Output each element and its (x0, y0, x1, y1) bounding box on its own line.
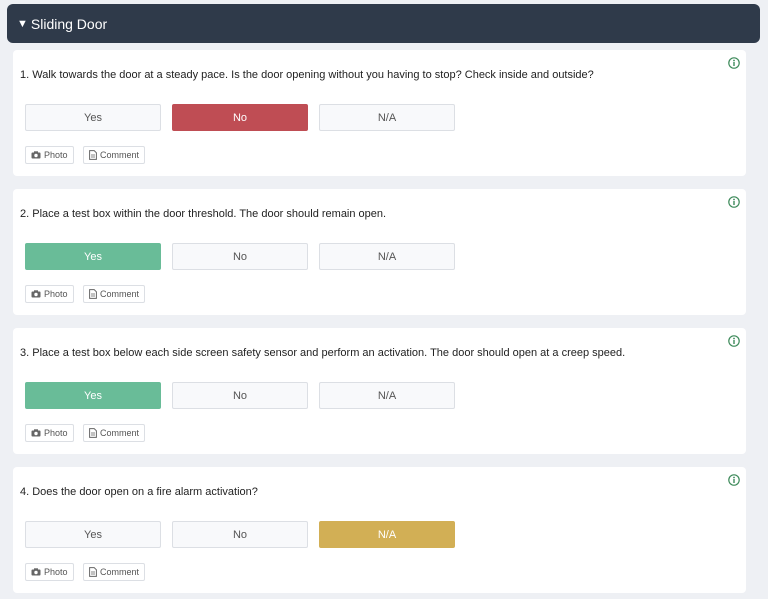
comment-label: Comment (100, 150, 140, 160)
answer-na-button[interactable]: N/A (319, 382, 455, 409)
comment-label: Comment (100, 567, 140, 577)
answer-yes-button[interactable]: Yes (25, 104, 161, 131)
answer-na-button[interactable]: N/A (319, 521, 455, 548)
answer-na-button[interactable]: N/A (319, 104, 455, 131)
question-card: 1. Walk towards the door at a steady pac… (13, 50, 746, 176)
answer-yes-button[interactable]: Yes (25, 243, 161, 270)
camera-icon (31, 568, 41, 576)
document-icon (89, 289, 97, 299)
answer-no-button[interactable]: No (172, 104, 308, 131)
question-text: 4. Does the door open on a fire alarm ac… (20, 486, 258, 498)
photo-label: Photo (44, 567, 68, 577)
comment-label: Comment (100, 289, 140, 299)
answer-na-button[interactable]: N/A (319, 243, 455, 270)
comment-button[interactable]: Comment (83, 563, 146, 581)
photo-button[interactable]: Photo (25, 424, 74, 442)
photo-button[interactable]: Photo (25, 146, 74, 164)
comment-label: Comment (100, 428, 140, 438)
photo-label: Photo (44, 150, 68, 160)
info-icon[interactable] (728, 473, 740, 486)
info-icon[interactable] (728, 56, 740, 69)
answer-no-button[interactable]: No (172, 382, 308, 409)
answer-yes-button[interactable]: Yes (25, 521, 161, 548)
question-card: 3. Place a test box below each side scre… (13, 328, 746, 454)
collapse-caret-icon: ▼ (17, 17, 28, 30)
comment-button[interactable]: Comment (83, 146, 146, 164)
camera-icon (31, 429, 41, 437)
photo-label: Photo (44, 428, 68, 438)
question-card: 2. Place a test box within the door thre… (13, 189, 746, 315)
question-text: 3. Place a test box below each side scre… (20, 347, 626, 359)
comment-button[interactable]: Comment (83, 424, 146, 442)
photo-button[interactable]: Photo (25, 285, 74, 303)
answer-no-button[interactable]: No (172, 521, 308, 548)
camera-icon (31, 290, 41, 298)
camera-icon (31, 151, 41, 159)
info-icon[interactable] (728, 334, 740, 347)
photo-label: Photo (44, 289, 68, 299)
document-icon (89, 567, 97, 577)
answer-no-button[interactable]: No (172, 243, 308, 270)
document-icon (89, 428, 97, 438)
question-text: 2. Place a test box within the door thre… (20, 208, 387, 220)
answer-yes-button[interactable]: Yes (25, 382, 161, 409)
comment-button[interactable]: Comment (83, 285, 146, 303)
info-icon[interactable] (728, 195, 740, 208)
document-icon (89, 150, 97, 160)
question-text: 1. Walk towards the door at a steady pac… (20, 69, 594, 81)
section-header-sliding-door[interactable]: ▼ Sliding Door (7, 4, 760, 43)
section-title: Sliding Door (30, 15, 108, 32)
question-card: 4. Does the door open on a fire alarm ac… (13, 467, 746, 593)
photo-button[interactable]: Photo (25, 563, 74, 581)
